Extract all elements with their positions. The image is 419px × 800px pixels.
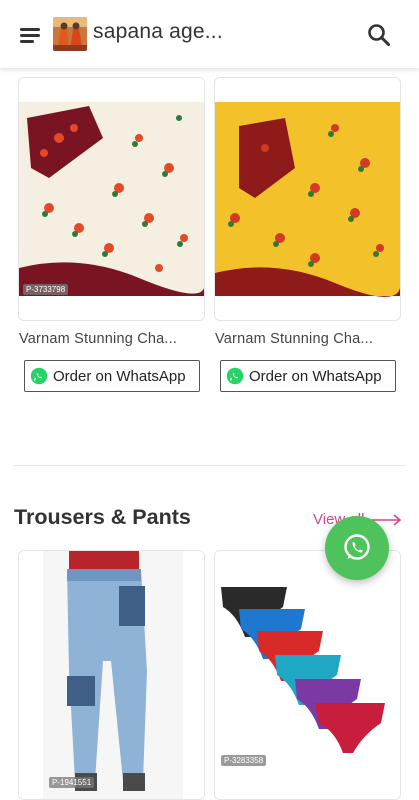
section-divider bbox=[14, 465, 405, 466]
product-image bbox=[19, 551, 204, 799]
whatsapp-icon bbox=[226, 367, 244, 385]
order-whatsapp-label: Order on WhatsApp bbox=[53, 367, 186, 385]
order-whatsapp-button[interactable]: Order on WhatsApp bbox=[220, 360, 396, 392]
product-image bbox=[215, 78, 400, 320]
product-code: P-3283358 bbox=[221, 755, 267, 766]
store-name[interactable]: sapana age... bbox=[93, 20, 223, 44]
app-header: sapana age... bbox=[0, 0, 419, 68]
section-title: Trousers & Pants bbox=[14, 505, 191, 529]
search-icon[interactable] bbox=[366, 22, 392, 48]
product-card[interactable]: P-3283358 bbox=[214, 550, 401, 800]
product-title[interactable]: Varnam Stunning Cha... bbox=[19, 331, 195, 347]
order-whatsapp-button[interactable]: Order on WhatsApp bbox=[24, 360, 200, 392]
store-logo bbox=[53, 17, 87, 51]
hamburger-menu-icon[interactable] bbox=[20, 26, 42, 44]
product-card[interactable]: P-3733798 bbox=[18, 77, 205, 321]
order-whatsapp-label: Order on WhatsApp bbox=[249, 367, 382, 385]
whatsapp-icon bbox=[344, 534, 370, 560]
product-card[interactable] bbox=[214, 77, 401, 321]
product-card[interactable]: P-1941551 bbox=[18, 550, 205, 800]
product-code: P-3733798 bbox=[23, 284, 69, 295]
product-title[interactable]: Varnam Stunning Cha... bbox=[215, 331, 391, 347]
whatsapp-chat-button[interactable] bbox=[325, 516, 389, 580]
whatsapp-icon bbox=[30, 367, 48, 385]
product-code: P-1941551 bbox=[49, 777, 95, 788]
